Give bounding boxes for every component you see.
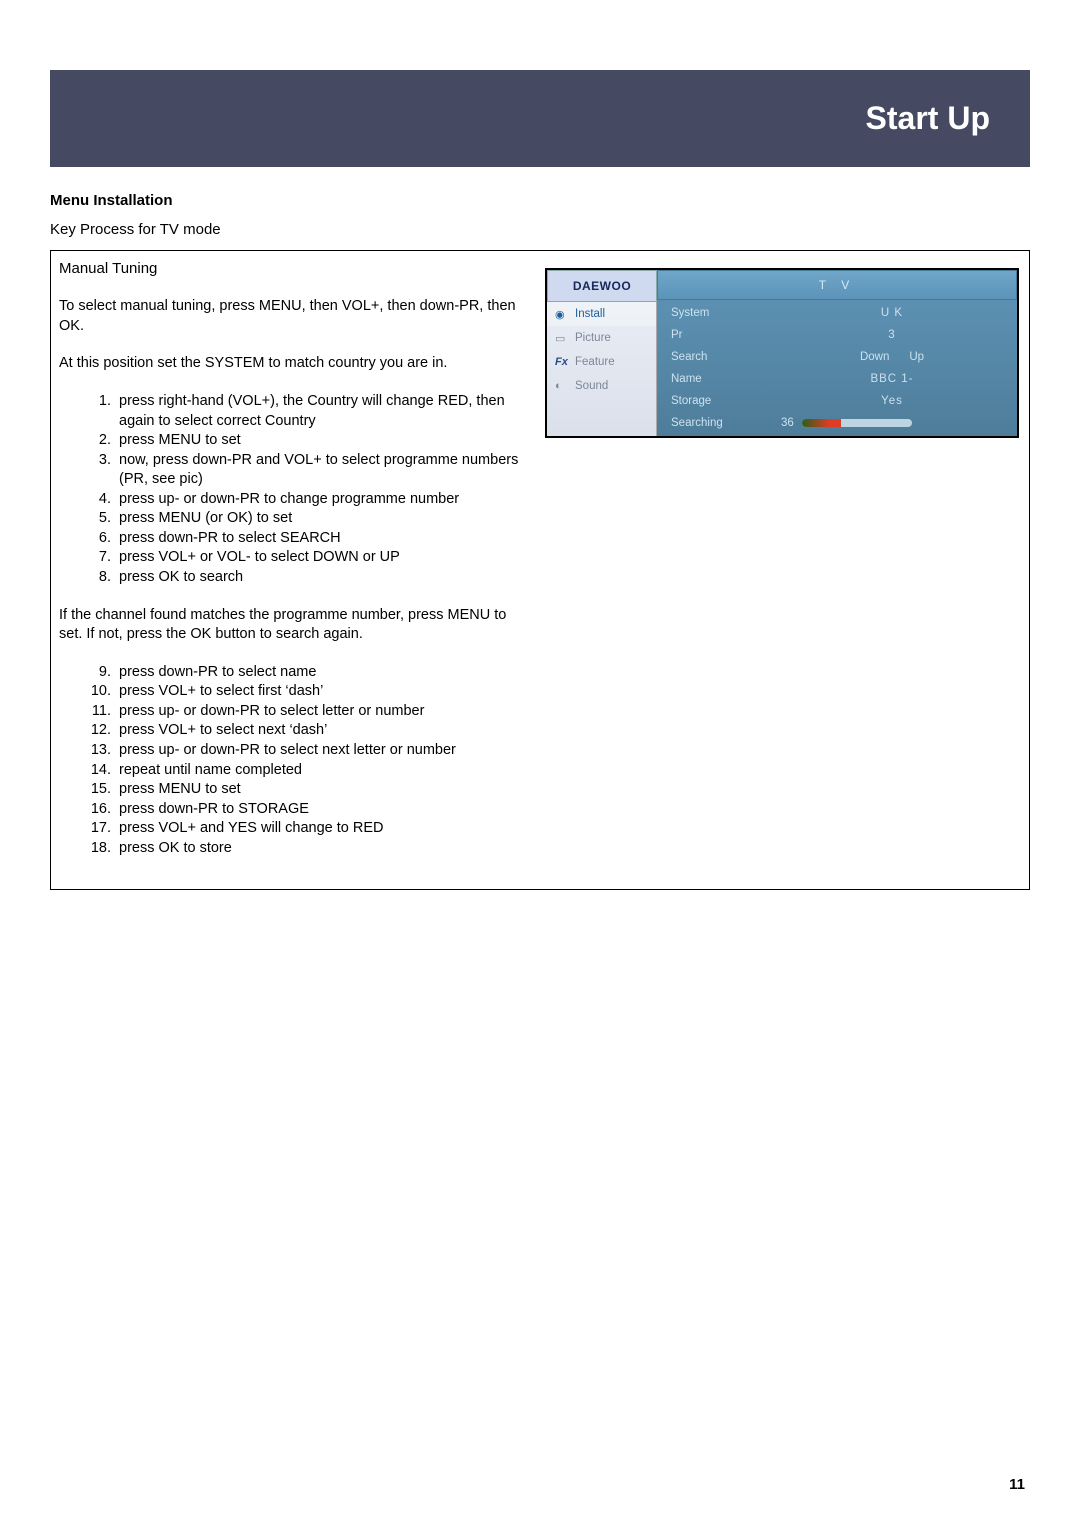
osd-progress-bar — [802, 419, 912, 427]
step-item: press MENU to set — [115, 780, 532, 800]
osd-searching-value: 36 — [781, 417, 794, 429]
osd-row-storage[interactable]: Storage Yes — [657, 390, 1017, 412]
osd-top-tab: T V — [657, 270, 1017, 300]
step-item: press down-PR to select SEARCH — [115, 529, 532, 549]
sound-icon: ◐ — [555, 380, 569, 392]
osd-row-value: U K — [781, 307, 1003, 319]
page-number: 11 — [1009, 1476, 1025, 1493]
osd-menu-label: Sound — [575, 380, 608, 392]
osd-right-panel: T V System U K Pr 3 Search Down Up — [657, 270, 1017, 436]
osd-row-value: Yes — [781, 395, 1003, 407]
osd-row-label: System — [671, 307, 781, 319]
osd-menu-install[interactable]: ◉ Install — [547, 302, 656, 326]
step-item: now, press down-PR and VOL+ to select pr… — [115, 451, 532, 490]
step-item: press up- or down-PR to select next lett… — [115, 741, 532, 761]
osd-menu-sound[interactable]: ◐ Sound — [547, 374, 656, 398]
step-item: press VOL+ to select next ‘dash’ — [115, 721, 532, 741]
section-heading: Menu Installation — [50, 192, 1030, 209]
step-item: press VOL+ to select first ‘dash’ — [115, 682, 532, 702]
osd-rows: System U K Pr 3 Search Down Up — [657, 300, 1017, 436]
osd-row-name[interactable]: Name BBC 1- — [657, 368, 1017, 390]
osd-row-system[interactable]: System U K — [657, 302, 1017, 324]
osd-row-search[interactable]: Search Down Up — [657, 346, 1017, 368]
step-item: press up- or down-PR to select letter or… — [115, 702, 532, 722]
osd-menu-label: Feature — [575, 356, 615, 368]
step-item: press OK to store — [115, 839, 532, 859]
osd-row-pr[interactable]: Pr 3 — [657, 324, 1017, 346]
osd-menu-picture[interactable]: ▭ Picture — [547, 326, 656, 350]
header-title: Start Up — [866, 100, 990, 136]
intro-paragraph-2: At this position set the SYSTEM to match… — [59, 354, 532, 374]
step-item: press VOL+ or VOL- to select DOWN or UP — [115, 548, 532, 568]
step-item: press down-PR to select name — [115, 663, 532, 683]
step-item: press down-PR to STORAGE — [115, 800, 532, 820]
step-item: press MENU (or OK) to set — [115, 509, 532, 529]
content-frame: Manual Tuning To select manual tuning, p… — [50, 250, 1030, 890]
osd-row-searching: Searching 36 — [657, 412, 1017, 434]
step-item: repeat until name completed — [115, 761, 532, 781]
step-item: press OK to search — [115, 568, 532, 588]
feature-icon: Fx — [555, 356, 569, 368]
osd-row-label: Pr — [671, 329, 781, 341]
step-item: press up- or down-PR to change programme… — [115, 490, 532, 510]
steps-list-a: press right-hand (VOL+), the Country wil… — [59, 392, 532, 588]
osd-search-up: Up — [909, 351, 924, 363]
osd-row-label: Storage — [671, 395, 781, 407]
osd-search-down: Down — [860, 351, 889, 363]
step-item: press VOL+ and YES will change to RED — [115, 819, 532, 839]
osd-row-label: Name — [671, 373, 781, 385]
instructions-column: Manual Tuning To select manual tuning, p… — [56, 256, 540, 884]
step-item: press MENU to set — [115, 431, 532, 451]
section-subheading: Key Process for TV mode — [50, 221, 1030, 238]
screenshot-column: DAEWOO ◉ Install ▭ Picture Fx Feature — [540, 256, 1024, 884]
steps-list-b: press down-PR to select name press VOL+ … — [59, 663, 532, 859]
mid-paragraph: If the channel found matches the program… — [59, 606, 532, 645]
manual-tuning-title: Manual Tuning — [59, 259, 532, 279]
osd-progress-fill — [802, 419, 842, 427]
osd-brand-label: DAEWOO — [547, 270, 657, 302]
osd-row-label: Searching — [671, 417, 781, 429]
osd-menu: ◉ Install ▭ Picture Fx Feature ◐ Sound — [547, 302, 657, 436]
install-icon: ◉ — [555, 308, 569, 320]
osd-row-value: 3 — [781, 329, 1003, 341]
step-item: press right-hand (VOL+), the Country wil… — [115, 392, 532, 431]
osd-row-label: Search — [671, 351, 781, 363]
osd-sidebar: DAEWOO ◉ Install ▭ Picture Fx Feature — [547, 270, 657, 436]
picture-icon: ▭ — [555, 332, 569, 344]
osd-menu-label: Install — [575, 308, 605, 320]
osd-menu-feature[interactable]: Fx Feature — [547, 350, 656, 374]
osd-menu-label: Picture — [575, 332, 611, 344]
osd-row-value: BBC 1- — [781, 373, 1003, 385]
intro-paragraph-1: To select manual tuning, press MENU, the… — [59, 297, 532, 336]
tv-osd-screenshot: DAEWOO ◉ Install ▭ Picture Fx Feature — [545, 268, 1019, 438]
page-header: Start Up — [50, 70, 1030, 167]
